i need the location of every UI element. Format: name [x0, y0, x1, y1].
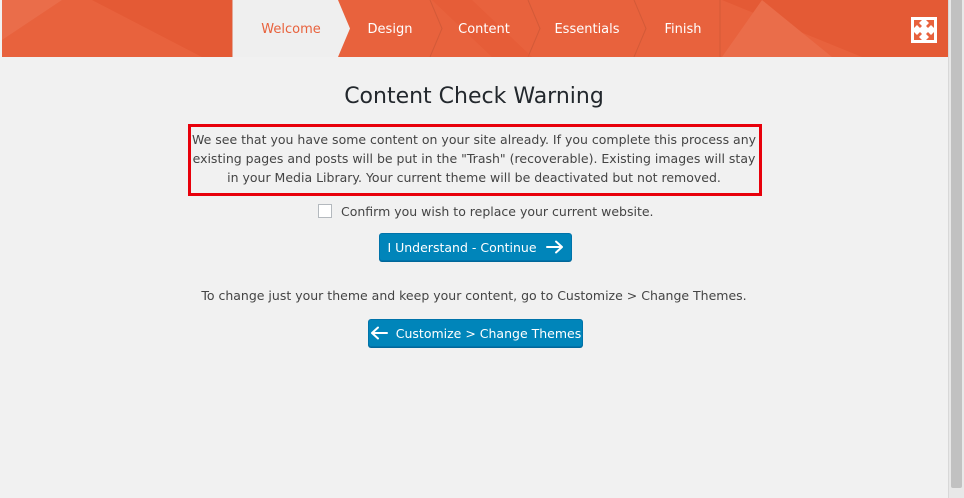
continue-button-label: I Understand - Continue — [387, 239, 537, 255]
customize-change-themes-button[interactable]: Customize > Change Themes — [368, 319, 583, 347]
wizard-steps: Welcome Design Content Essentials Finish — [232, 0, 732, 57]
tab-finish-label: Finish — [664, 22, 702, 37]
wizard-header: Welcome Design Content Essentials Finish — [2, 0, 948, 57]
expand-arrows-icon — [914, 20, 934, 40]
tab-content[interactable]: Content — [442, 0, 526, 57]
arrow-left-icon — [370, 326, 388, 340]
scrollbar-thumb[interactable] — [951, 0, 962, 488]
tab-design[interactable]: Design — [350, 0, 430, 57]
confirm-label[interactable]: Confirm you wish to replace your current… — [341, 204, 654, 219]
arrow-right-icon — [545, 240, 563, 254]
warning-message: We see that you have some content on you… — [191, 132, 757, 185]
tab-essentials-label: Essentials — [554, 22, 620, 37]
page-title: Content Check Warning — [344, 84, 604, 109]
tab-welcome[interactable]: Welcome — [232, 0, 350, 57]
confirm-checkbox[interactable] — [318, 204, 332, 218]
tab-design-label: Design — [367, 22, 413, 37]
change-theme-note: To change just your theme and keep your … — [201, 288, 747, 303]
expand-button[interactable] — [911, 17, 937, 43]
tab-essentials[interactable]: Essentials — [540, 0, 634, 57]
tab-welcome-label: Welcome — [261, 22, 321, 37]
confirm-row: Confirm you wish to replace your current… — [318, 202, 654, 220]
understand-continue-button[interactable]: I Understand - Continue — [379, 233, 572, 261]
setup-wizard-window: Welcome Design Content Essentials Finish — [0, 0, 964, 498]
tab-content-label: Content — [458, 22, 510, 37]
scrollbar[interactable] — [948, 0, 964, 498]
tab-finish[interactable]: Finish — [646, 0, 720, 57]
customize-button-label: Customize > Change Themes — [395, 325, 582, 341]
